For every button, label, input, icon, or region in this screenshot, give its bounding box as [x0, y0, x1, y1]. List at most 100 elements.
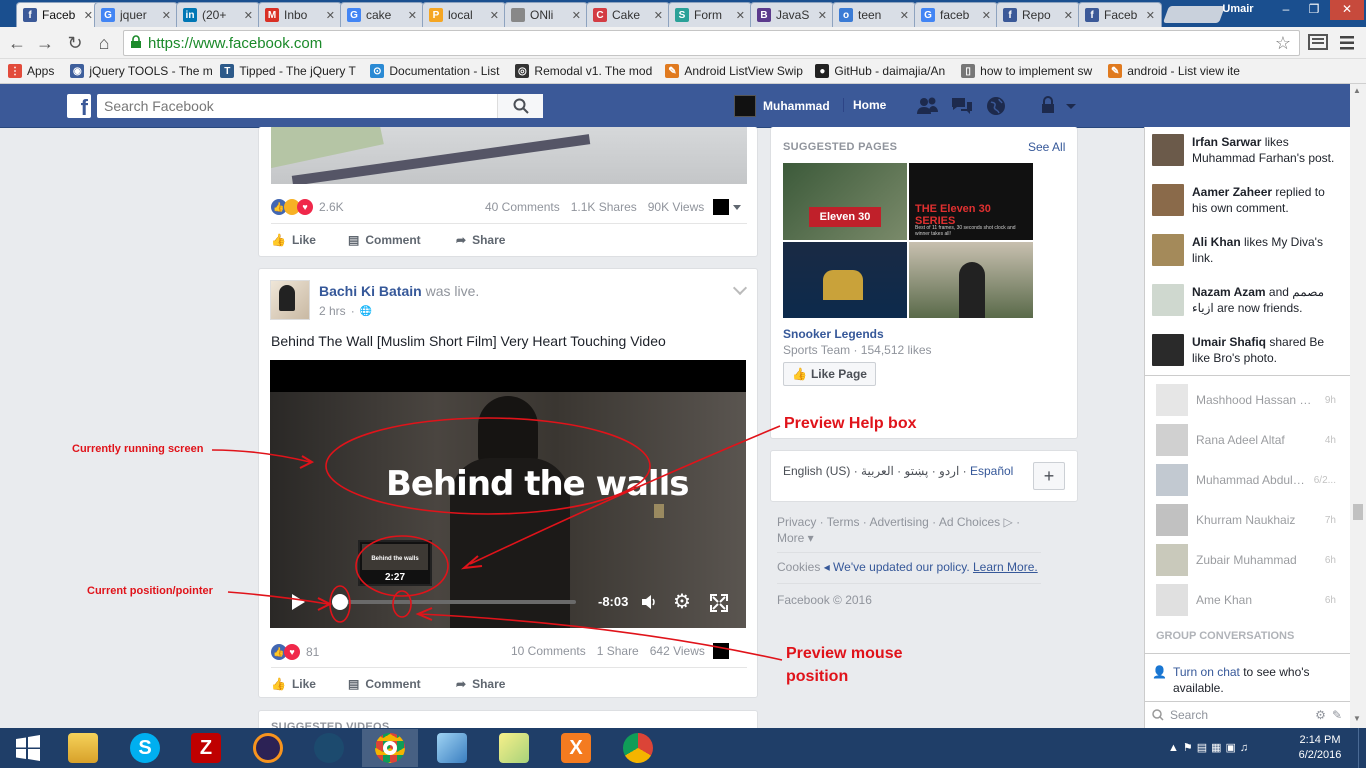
windows-icon	[16, 735, 40, 761]
tab-label: Form	[694, 8, 722, 22]
google-icon: G	[347, 8, 361, 22]
tab-label: jquer	[120, 8, 147, 22]
browser-tab[interactable]: Gfaceb ✕	[914, 2, 998, 27]
bookmark-star-icon[interactable]: ☆	[1275, 33, 1291, 54]
close-tab-icon[interactable]: ✕	[736, 9, 745, 22]
bookmark-item[interactable]: ◎ Remodal v1. The mod	[507, 64, 657, 78]
sticky-notes-icon[interactable]	[486, 729, 542, 767]
form-icon: S	[675, 8, 689, 22]
browser-tab[interactable]: B JavaS ✕	[750, 2, 834, 27]
minimize-button[interactable]: –	[1272, 0, 1300, 20]
bookmark-item[interactable]: ● GitHub - daimajia/An	[807, 64, 953, 78]
javascript-icon: B	[757, 8, 771, 22]
clock-date: 6/2/2016	[1298, 749, 1342, 761]
chrome-icon[interactable]	[610, 729, 666, 767]
close-tab-icon[interactable]: ✕	[1146, 9, 1155, 22]
bookmark-icon: ⋮	[8, 64, 22, 78]
browser-toolbar: ← → ↻ ⌂ https://www.facebook.com ☆	[0, 27, 1366, 59]
linkedin-icon: in	[183, 8, 197, 22]
bookmark-item[interactable]: ✎ Android ListView Swip	[657, 64, 807, 78]
page-scrollbar[interactable]: ▲ ▼	[1350, 84, 1366, 728]
skype-icon[interactable]: S	[117, 729, 173, 767]
close-tab-icon[interactable]: ✕	[1064, 9, 1073, 22]
bookmark-item[interactable]: ▯ how to implement sw	[953, 64, 1100, 78]
facebook-icon: f	[1003, 8, 1017, 22]
google-icon: G	[101, 8, 115, 22]
phpmyadmin-icon: P	[429, 8, 443, 22]
lock-icon	[130, 34, 142, 52]
back-button[interactable]: ←	[6, 32, 28, 54]
browser-tab[interactable]: S Form ✕	[668, 2, 752, 27]
teen-icon: o	[839, 8, 853, 22]
xampp-icon[interactable]: X	[548, 729, 604, 767]
bookmark-icon: ◎	[515, 64, 530, 78]
gmail-icon: M	[265, 8, 279, 22]
bookmark-item[interactable]: ✎ android - List view ite	[1100, 64, 1248, 78]
chrome-menu-icon[interactable]	[1308, 33, 1328, 51]
close-tab-icon[interactable]: ✕	[162, 9, 171, 22]
facebook-icon: f	[1085, 8, 1099, 22]
close-tab-icon[interactable]: ✕	[654, 9, 663, 22]
browser-tab[interactable]: Gcake ✕	[340, 2, 424, 27]
show-desktop-button[interactable]	[1358, 728, 1366, 768]
bookmark-icon: ⊙	[370, 64, 385, 78]
start-button[interactable]	[0, 729, 56, 767]
close-tab-icon[interactable]: ✕	[982, 9, 991, 22]
apps-bookmark[interactable]: ⋮ Apps	[0, 64, 62, 78]
browser-tab[interactable]: f Repo ✕	[996, 2, 1080, 27]
chrome-icon[interactable]	[362, 729, 418, 767]
system-tray-icons[interactable]: ▲⚑▤▦▣♫	[1168, 741, 1252, 754]
chrome-menu-icon[interactable]	[1338, 35, 1356, 51]
virtualbox-icon[interactable]	[424, 729, 480, 767]
filezilla-icon[interactable]: Z	[178, 729, 234, 767]
app-tree-icon[interactable]	[301, 729, 357, 767]
annotation-preview-help: Preview Help box	[784, 415, 917, 432]
eclipse-icon[interactable]	[240, 729, 296, 767]
close-tab-icon[interactable]: ✕	[818, 9, 827, 22]
address-bar[interactable]: https://www.facebook.com ☆	[123, 30, 1300, 56]
bookmark-item[interactable]: ⊙ Documentation - List	[362, 64, 507, 78]
tab-label: JavaS	[776, 8, 810, 22]
clock[interactable]: 2:14 PM 6/2/2016	[1290, 733, 1350, 763]
tab-label: Faceb	[42, 8, 76, 22]
close-tab-icon[interactable]: ✕	[408, 9, 417, 22]
browser-tab[interactable]: f Faceb ✕	[16, 2, 100, 27]
home-icon[interactable]: ⌂	[93, 32, 115, 54]
bookmark-item[interactable]: ◉ jQuery TOOLS - The m	[62, 64, 212, 78]
browser-tab[interactable]: M Inbo ✕	[258, 2, 342, 27]
browser-tab[interactable]: Plocal ✕	[422, 2, 506, 27]
close-tab-icon[interactable]: ✕	[490, 9, 499, 22]
scrollbar-thumb[interactable]	[1353, 504, 1363, 520]
browser-tab[interactable]: Gjquer ✕	[94, 2, 178, 27]
browser-tab[interactable]: C Cake ✕	[586, 2, 670, 27]
tab-label: faceb	[940, 8, 970, 22]
file-explorer-icon[interactable]	[55, 729, 111, 767]
browser-tab[interactable]: ONli ✕	[504, 2, 588, 27]
close-tab-icon[interactable]: ✕	[572, 9, 581, 22]
tab-label: (20+	[202, 8, 227, 22]
forward-button[interactable]: →	[34, 32, 56, 54]
annotation-running-screen: Currently running screen	[72, 443, 204, 455]
close-tab-icon[interactable]: ✕	[900, 9, 909, 22]
profile-button[interactable]: Umair	[1214, 3, 1262, 19]
close-tab-icon[interactable]: ✕	[244, 9, 253, 22]
browser-tab[interactable]: in (20+ ✕	[176, 2, 260, 27]
tab-label: Repo	[1022, 8, 1051, 22]
annotation-overlay	[211, 417, 783, 661]
close-tab-icon[interactable]: ✕	[84, 9, 93, 22]
reload-button[interactable]: ↻	[64, 32, 86, 54]
cakephp-icon: C	[593, 8, 607, 22]
close-tab-icon[interactable]: ✕	[326, 9, 335, 22]
bookmarks-bar: ⋮ Apps ◉ jQuery TOOLS - The m T Tipped - The …	[0, 59, 1366, 84]
facebook-icon: f	[23, 8, 37, 22]
bookmark-icon: ▯	[961, 64, 976, 78]
annotation-preview-mouse: Preview mouse position	[786, 645, 903, 685]
browser-tab[interactable]: o teen ✕	[832, 2, 916, 27]
browser-tab[interactable]: f Faceb ✕	[1078, 2, 1162, 27]
bookmark-icon: ✎	[665, 64, 680, 78]
bookmark-item[interactable]: T Tipped - The jQuery T	[212, 64, 362, 78]
bookmark-icon: ●	[815, 64, 830, 78]
maximize-button[interactable]: ❐	[1300, 0, 1328, 20]
close-window-button[interactable]: ✕	[1330, 0, 1364, 20]
bookmark-icon: T	[220, 64, 235, 78]
